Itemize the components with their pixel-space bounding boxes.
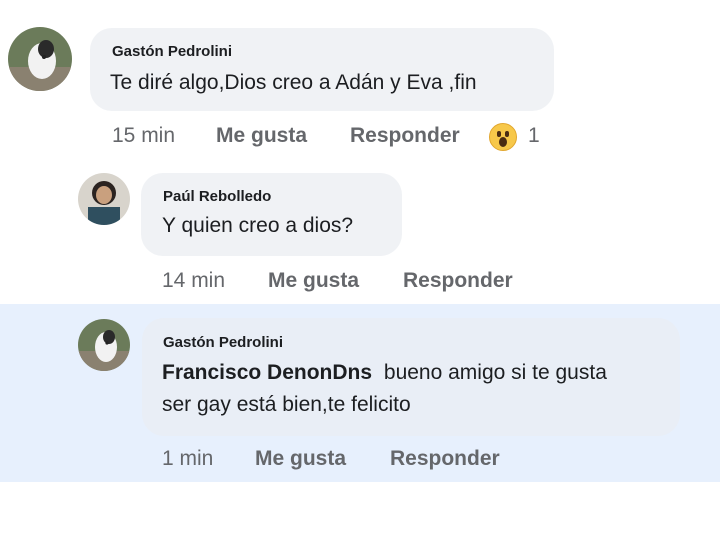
comment-time[interactable]: 14 min bbox=[162, 269, 225, 293]
avatar[interactable] bbox=[78, 173, 130, 225]
comment-author[interactable]: Paúl Rebolledo bbox=[163, 188, 271, 205]
avatar[interactable] bbox=[78, 319, 130, 371]
comment-time[interactable]: 1 min bbox=[162, 447, 213, 471]
comment-bubble bbox=[90, 28, 554, 111]
comment-author[interactable]: Gastón Pedrolini bbox=[112, 43, 232, 60]
mention-link[interactable]: Francisco DenonDns bbox=[162, 361, 372, 384]
reply-button[interactable]: Responder bbox=[390, 447, 500, 471]
reaction-count[interactable]: 1 bbox=[528, 124, 540, 148]
like-button[interactable]: Me gusta bbox=[255, 447, 346, 471]
like-button[interactable]: Me gusta bbox=[216, 124, 307, 148]
comment-text-line-1: Francisco DenonDns bueno amigo si te gus… bbox=[162, 361, 607, 385]
comment-text: bueno amigo si te gusta bbox=[383, 361, 607, 384]
comment-author[interactable]: Gastón Pedrolini bbox=[163, 334, 283, 351]
avatar[interactable] bbox=[8, 27, 72, 91]
comment-time[interactable]: 15 min bbox=[112, 124, 175, 148]
astonished-emoji-icon[interactable] bbox=[489, 123, 517, 151]
like-button[interactable]: Me gusta bbox=[268, 269, 359, 293]
comment-text: Te diré algo,Dios creo a Adán y Eva ,fin bbox=[110, 71, 477, 94]
comment-text: Y quien creo a dios? bbox=[162, 214, 354, 237]
comment-text-line-2: ser gay está bien,te felicito bbox=[162, 393, 411, 416]
reply-button[interactable]: Responder bbox=[350, 124, 460, 148]
reply-button[interactable]: Responder bbox=[403, 269, 513, 293]
